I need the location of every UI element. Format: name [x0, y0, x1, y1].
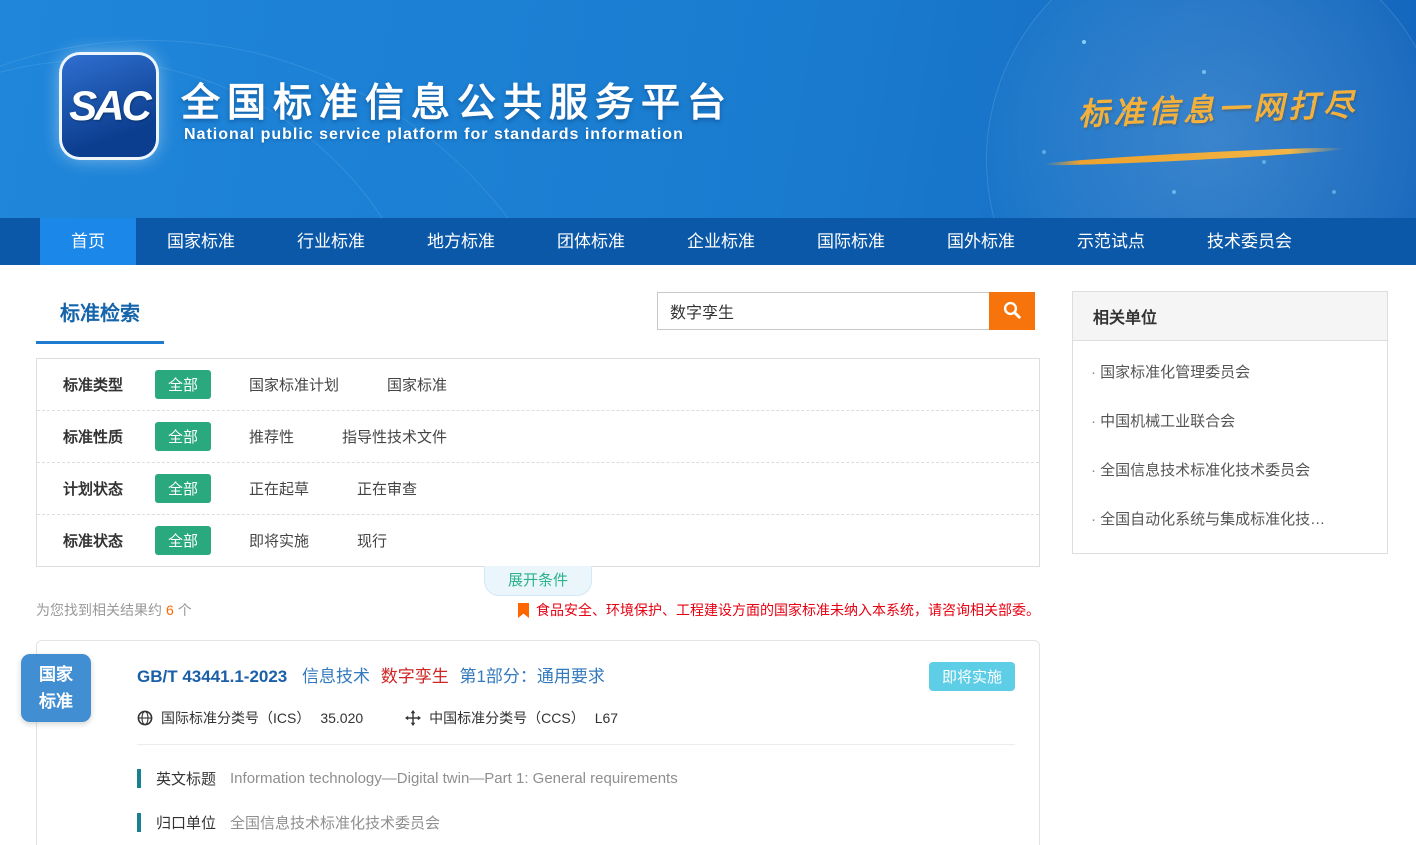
title-segment[interactable]: 信息技术: [302, 667, 370, 686]
notice-label: 食品安全、环境保护、工程建设方面的国家标准未纳入本系统，请咨询相关部委。: [536, 600, 1040, 620]
page: SAC 全国标准信息公共服务平台 National public service…: [0, 0, 1416, 845]
search-section: 标准检索: [36, 291, 1040, 344]
related-unit-link[interactable]: 中国机械工业联合会: [1073, 396, 1387, 445]
ics-label: 国际标准分类号（ICS）: [161, 708, 310, 728]
search-input[interactable]: [657, 292, 989, 330]
results-count-suffix: 个: [178, 602, 192, 618]
nav-item-group-standards[interactable]: 团体标准: [526, 218, 656, 265]
nav-item-pilot-demo[interactable]: 示范试点: [1046, 218, 1176, 265]
search-bar: [657, 292, 1035, 330]
filter-badge-all[interactable]: 全部: [155, 422, 211, 451]
related-unit-link[interactable]: 国家标准化管理委员会: [1073, 347, 1387, 396]
ccs-value: L67: [595, 710, 618, 726]
dots-decoration: [1082, 40, 1086, 44]
expand-conditions-wrap: 展开条件: [36, 566, 1040, 593]
english-title-value: Information technology—Digital twin—Part…: [230, 770, 678, 787]
filter-option[interactable]: 指导性技术文件: [342, 426, 447, 447]
sac-logo-text: SAC: [69, 82, 149, 130]
nav-item-foreign-standards[interactable]: 国外标准: [916, 218, 1046, 265]
ics-classification: 国际标准分类号（ICS） 35.020: [137, 708, 363, 728]
filter-option[interactable]: 国家标准计划: [249, 374, 339, 395]
notice-text: 食品安全、环境保护、工程建设方面的国家标准未纳入本系统，请咨询相关部委。: [518, 600, 1040, 620]
filter-row-standard-status: 标准状态 全部 即将实施 现行: [37, 515, 1039, 566]
filter-label: 标准类型: [63, 374, 155, 395]
result-card-body: GB/T 43441.1-2023 信息技术 数字孪生 第1部分：通用要求 即将…: [37, 641, 1039, 833]
ccs-classification: 中国标准分类号（CCS） L67: [405, 708, 618, 728]
filter-row-standard-type: 标准类型 全部 国家标准计划 国家标准: [37, 359, 1039, 411]
related-unit-link[interactable]: 全国自动化系统与集成标准化技…: [1073, 494, 1387, 543]
content-area: 标准检索 标准类型: [0, 265, 1416, 845]
committee-row: 归口单位 全国信息技术标准化技术委员会: [137, 812, 1015, 833]
filter-badge-all[interactable]: 全部: [155, 370, 211, 399]
filter-label: 计划状态: [63, 478, 155, 499]
standard-type-badge: 国家标准: [21, 654, 91, 722]
site-subtitle: National public service platform for sta…: [184, 126, 684, 144]
title-segment[interactable]: 第1部分：通用要求: [459, 667, 604, 686]
ccs-label: 中国标准分类号（CCS）: [429, 708, 585, 728]
search-icon: [1002, 300, 1022, 323]
english-title-label: 英文标题: [156, 768, 216, 789]
result-card: 国家标准 GB/T 43441.1-2023 信息技术 数字孪生 第1部分：通用…: [36, 640, 1040, 845]
main-nav: 首页 国家标准 行业标准 地方标准 团体标准 企业标准 国际标准 国外标准 示范…: [0, 218, 1416, 265]
filter-option[interactable]: 正在审查: [357, 478, 417, 499]
nav-item-national-standards[interactable]: 国家标准: [136, 218, 266, 265]
result-title-row: GB/T 43441.1-2023 信息技术 数字孪生 第1部分：通用要求 即将…: [137, 662, 1015, 691]
filter-row-standard-nature: 标准性质 全部 推荐性 指导性技术文件: [37, 411, 1039, 463]
title-highlight-keyword[interactable]: 数字孪生: [381, 667, 449, 686]
standard-code[interactable]: GB/T 43441.1-2023: [137, 667, 287, 686]
related-units-panel: 相关单位 国家标准化管理委员会 中国机械工业联合会 全国信息技术标准化技术委员会…: [1072, 291, 1388, 554]
result-title-link[interactable]: GB/T 43441.1-2023 信息技术 数字孪生 第1部分：通用要求: [137, 662, 929, 687]
results-count-number: 6: [166, 602, 174, 618]
related-units-title: 相关单位: [1073, 292, 1387, 341]
section-title-standard-search: 标准检索: [36, 291, 164, 344]
filter-option[interactable]: 正在起草: [249, 478, 309, 499]
filter-panel: 标准类型 全部 国家标准计划 国家标准 标准性质 全部 推荐性 指导性技术文件 …: [36, 358, 1040, 567]
nav-item-local-standards[interactable]: 地方标准: [396, 218, 526, 265]
status-badge-upcoming: 即将实施: [929, 662, 1015, 691]
expand-conditions-button[interactable]: 展开条件: [484, 566, 592, 596]
filter-badge-all[interactable]: 全部: [155, 474, 211, 503]
filter-option[interactable]: 即将实施: [249, 530, 309, 551]
nav-item-international-standards[interactable]: 国际标准: [786, 218, 916, 265]
sac-logo[interactable]: SAC: [62, 55, 156, 157]
filter-option[interactable]: 现行: [357, 530, 387, 551]
filter-label: 标准性质: [63, 426, 155, 447]
teal-bar-decoration: [137, 813, 141, 832]
bookmark-icon: [518, 603, 529, 618]
related-unit-link[interactable]: 全国信息技术标准化技术委员会: [1073, 445, 1387, 494]
header-banner: SAC 全国标准信息公共服务平台 National public service…: [0, 0, 1416, 218]
globe-icon: [137, 710, 153, 726]
compass-arrows-icon: [405, 710, 421, 726]
sidebar-column: 相关单位 国家标准化管理委员会 中国机械工业联合会 全国信息技术标准化技术委员会…: [1072, 291, 1388, 845]
results-count-prefix: 为您找到相关结果约: [36, 602, 162, 618]
filter-label: 标准状态: [63, 530, 155, 551]
teal-bar-decoration: [137, 769, 141, 788]
filter-option[interactable]: 推荐性: [249, 426, 294, 447]
site-title: 全国标准信息公共服务平台: [181, 72, 733, 128]
committee-value: 全国信息技术标准化技术委员会: [230, 812, 440, 833]
results-info-row: 为您找到相关结果约6个 食品安全、环境保护、工程建设方面的国家标准未纳入本系统，…: [36, 600, 1040, 620]
main-column: 标准检索 标准类型: [36, 291, 1040, 845]
results-count: 为您找到相关结果约6个: [36, 600, 192, 620]
filter-option[interactable]: 国家标准: [387, 374, 447, 395]
result-meta-row: 国际标准分类号（ICS） 35.020 中国标准分类号（CCS） L67: [137, 708, 1015, 745]
nav-item-technical-committee[interactable]: 技术委员会: [1176, 218, 1323, 265]
english-title-row: 英文标题 Information technology—Digital twin…: [137, 768, 1015, 789]
nav-item-home[interactable]: 首页: [40, 218, 136, 265]
committee-label: 归口单位: [156, 812, 216, 833]
ics-value: 35.020: [320, 710, 363, 726]
filter-badge-all[interactable]: 全部: [155, 526, 211, 555]
search-button[interactable]: [989, 292, 1035, 330]
nav-item-enterprise-standards[interactable]: 企业标准: [656, 218, 786, 265]
standard-type-badge-label: 国家标准: [38, 661, 74, 715]
nav-item-industry-standards[interactable]: 行业标准: [266, 218, 396, 265]
related-units-list: 国家标准化管理委员会 中国机械工业联合会 全国信息技术标准化技术委员会 全国自动…: [1073, 341, 1387, 553]
filter-row-plan-status: 计划状态 全部 正在起草 正在审查: [37, 463, 1039, 515]
